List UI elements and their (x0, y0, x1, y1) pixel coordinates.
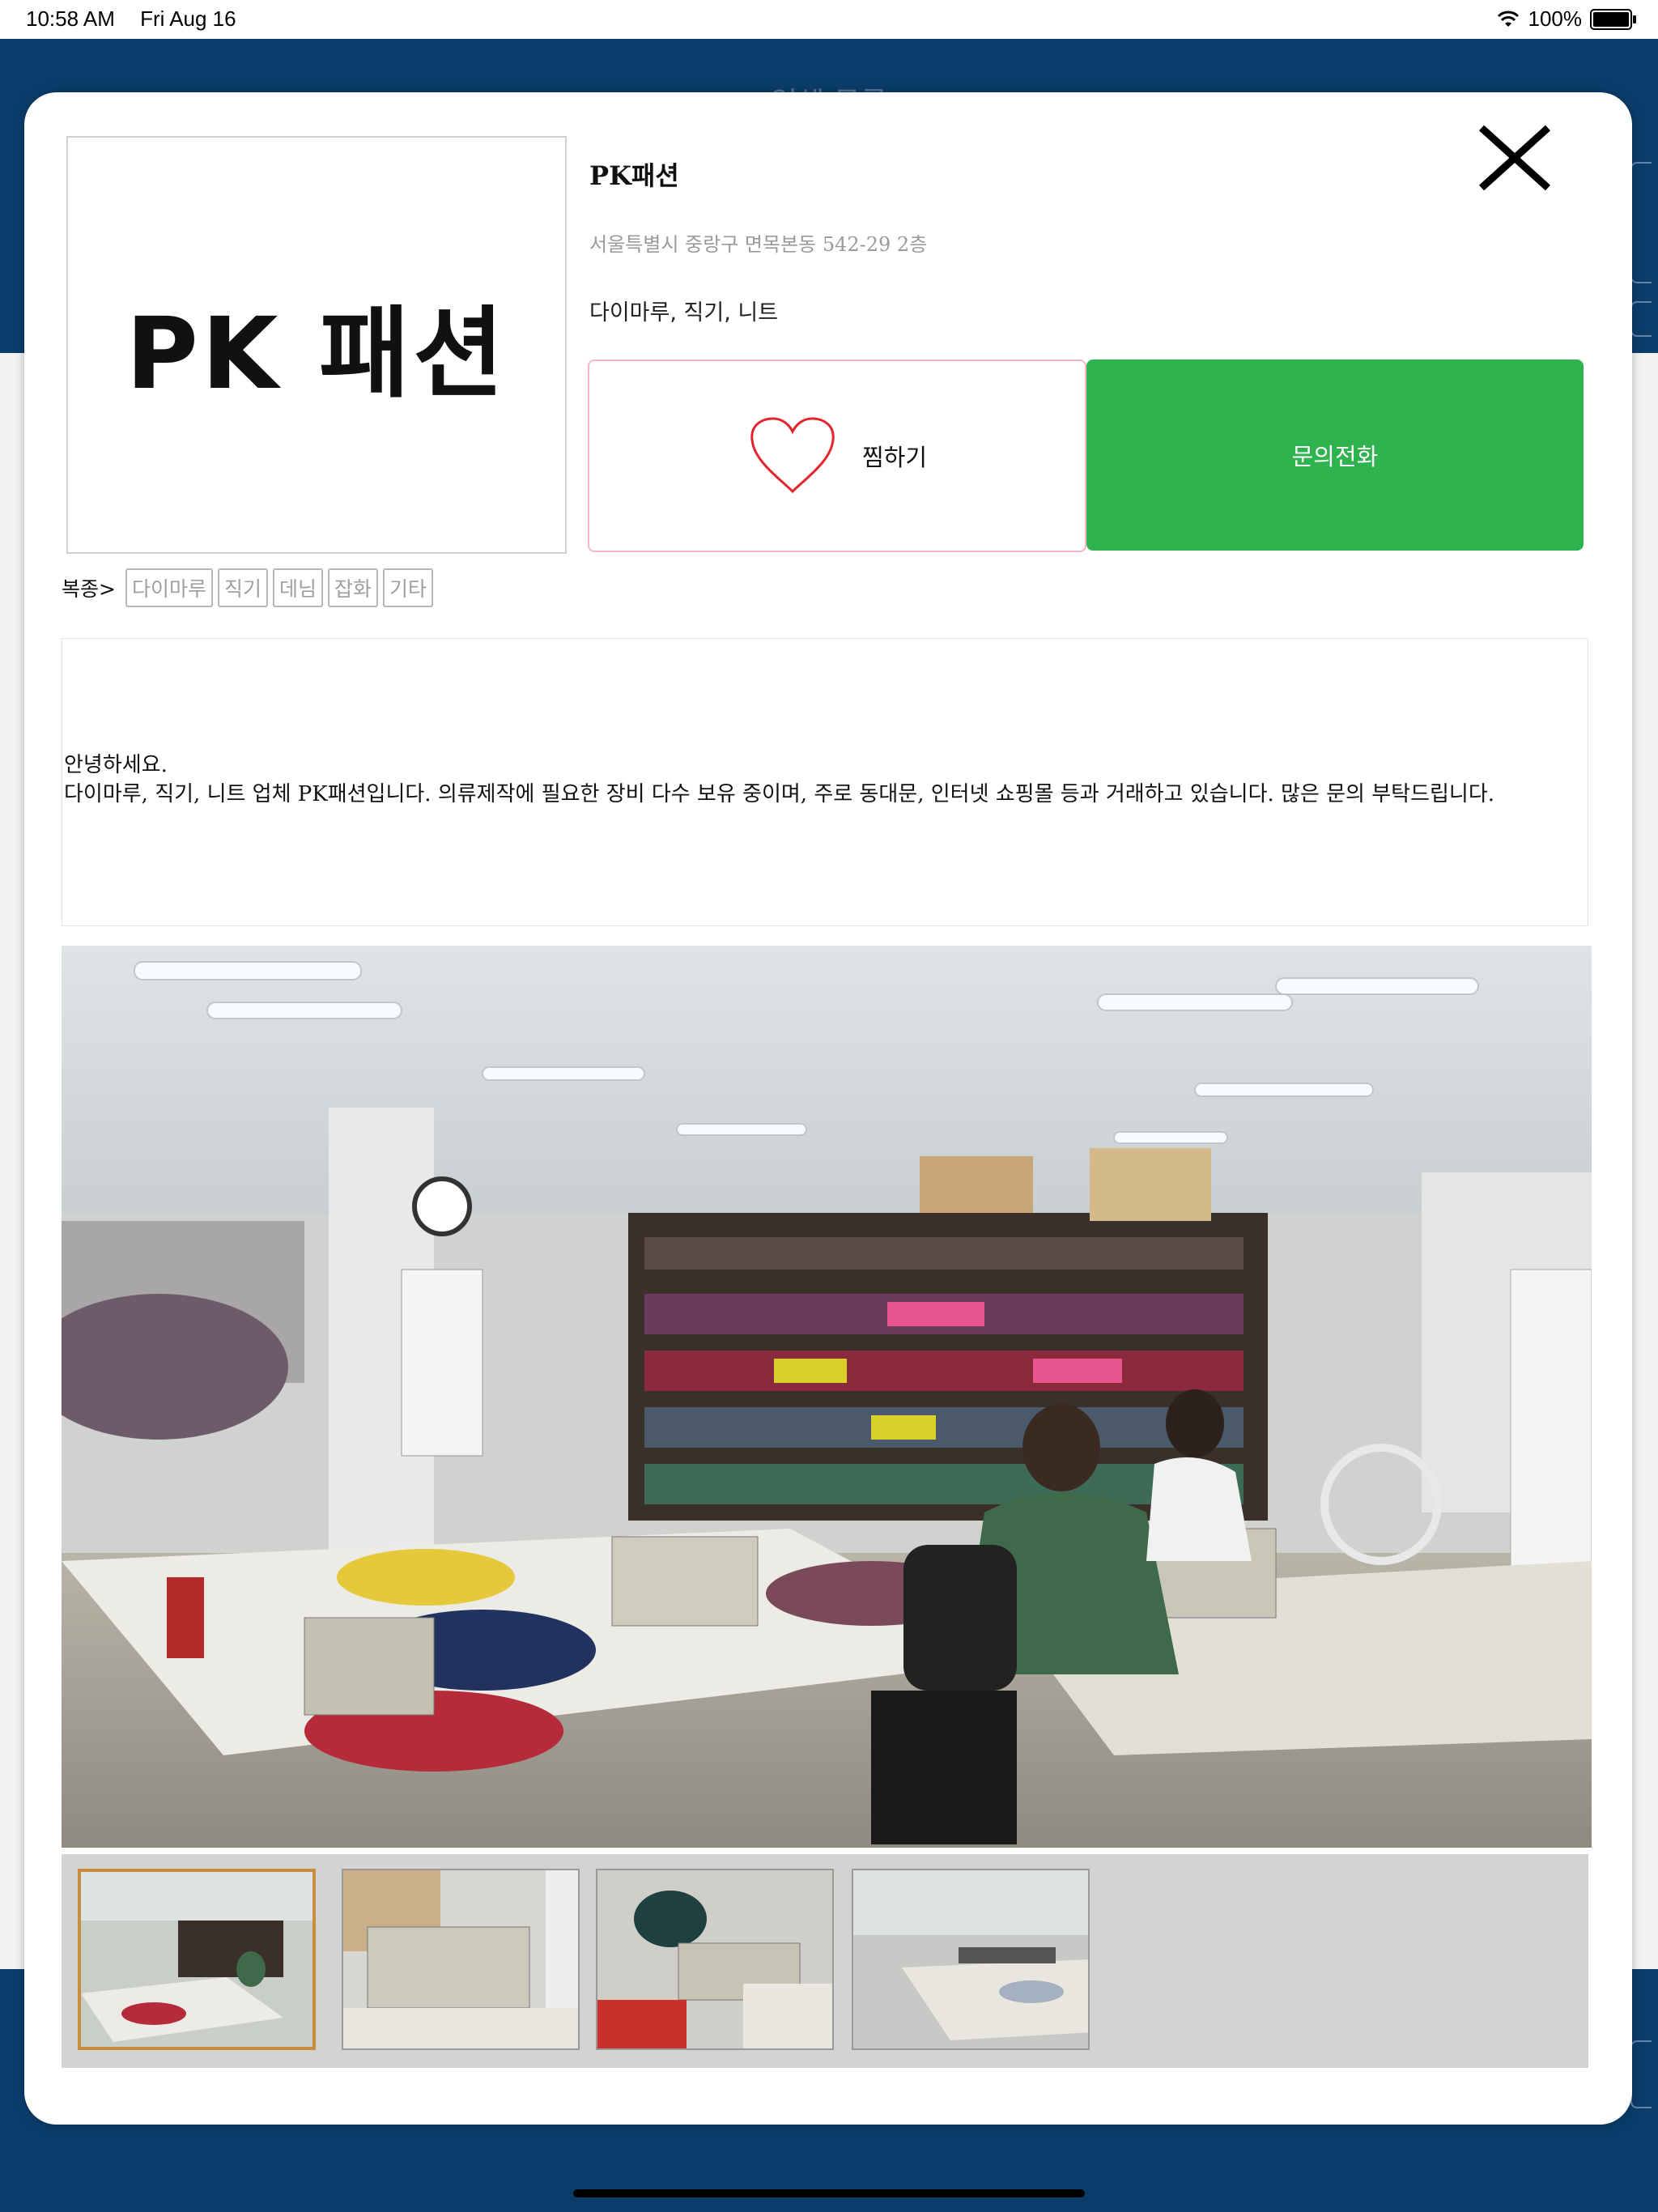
shop-description-box: 안녕하세요. 다이마루, 직기, 니트 업체 PK패션입니다. 의류제작에 필요… (62, 638, 1588, 926)
fabric-tag: 데님 (272, 568, 323, 607)
call-inquiry-label: 문의전화 (1291, 443, 1379, 470)
background-edge-control (1630, 301, 1652, 337)
shop-logo: PK 패션 (66, 136, 567, 554)
thumbnail-strip (62, 1854, 1588, 2068)
status-indicators: 100% (1496, 6, 1636, 32)
shop-description: 안녕하세요. 다이마루, 직기, 니트 업체 PK패션입니다. 의류제작에 필요… (64, 751, 1494, 809)
wish-button[interactable]: 찜하기 (588, 359, 1086, 552)
shop-name: PK패션 (589, 160, 679, 191)
battery-fill (1593, 11, 1629, 27)
description-line: 안녕하세요. (64, 753, 168, 777)
description-line: 다이마루, 직기, 니트 업체 PK패션입니다. 의류제작에 필요한 장비 다수… (64, 782, 1495, 806)
background-edge-control (1630, 2040, 1652, 2108)
status-date: Fri Aug 16 (140, 6, 236, 31)
heart-icon (750, 417, 835, 494)
shop-address: 서울특별시 중랑구 면목본동 542-29 2층 (589, 233, 928, 256)
main-photo (62, 946, 1592, 1848)
thumbnail-2[interactable] (342, 1869, 580, 2050)
thumbnail-4[interactable] (852, 1869, 1090, 2050)
shop-detail-modal: PK 패션 PK패션 서울특별시 중랑구 면목본동 542-29 2층 다이마루… (24, 92, 1632, 2125)
thumbnail-image (853, 1870, 1088, 2048)
status-time: 10:58 AM (26, 6, 115, 31)
fabric-tag: 기타 (383, 568, 434, 607)
thumbnail-image (597, 1870, 832, 2048)
status-bar: 10:58 AM Fri Aug 16 100% (0, 0, 1658, 39)
fabric-type-row: 복종> 다이마루 직기 데님 잡화 기타 (62, 568, 434, 607)
battery-icon (1590, 8, 1636, 30)
background-edge-control (1630, 162, 1652, 283)
thumbnail-image (343, 1870, 578, 2048)
battery-percent: 100% (1528, 6, 1583, 31)
status-time-date: 10:58 AM Fri Aug 16 (26, 6, 256, 32)
fabric-type-label: 복종> (62, 577, 116, 601)
fabric-tag: 잡화 (328, 568, 379, 607)
fabric-tag: 다이마루 (125, 568, 213, 607)
close-icon[interactable] (1470, 121, 1559, 194)
shop-categories: 다이마루, 직기, 니트 (589, 300, 779, 325)
thumbnail-3[interactable] (596, 1869, 834, 2050)
fabric-tag: 직기 (217, 568, 268, 607)
home-indicator[interactable] (573, 2189, 1085, 2197)
wifi-icon (1497, 11, 1519, 27)
workshop-photo (62, 946, 1592, 1848)
wish-label: 찜하기 (861, 444, 928, 471)
thumbnail-1[interactable] (78, 1869, 316, 2050)
shop-logo-text: PK 패션 (125, 296, 508, 411)
call-inquiry-button[interactable]: 문의전화 (1086, 359, 1584, 551)
thumbnail-image (81, 1872, 312, 2047)
